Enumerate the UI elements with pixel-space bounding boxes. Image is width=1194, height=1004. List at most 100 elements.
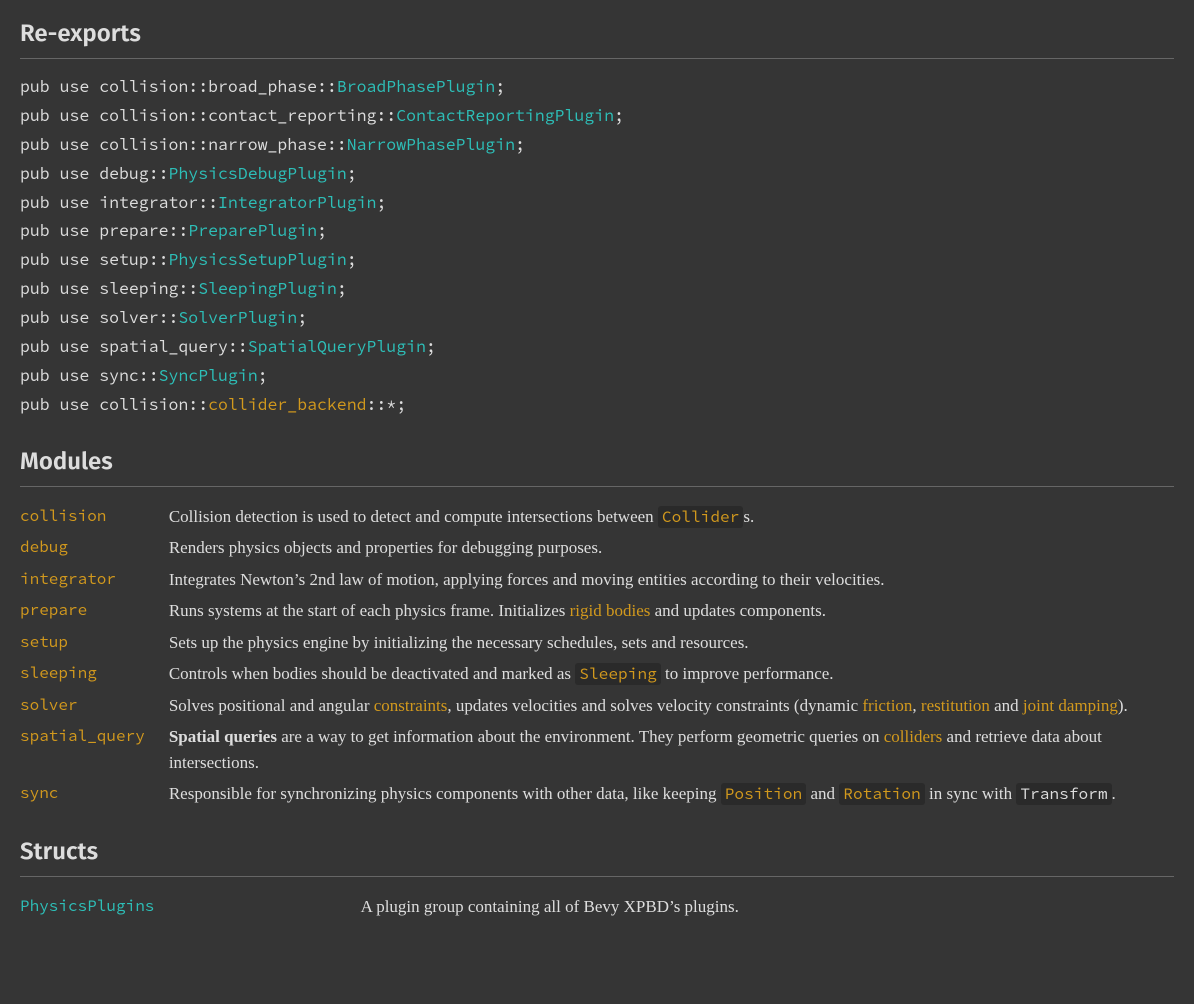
desc-link[interactable]: restitution: [921, 696, 990, 715]
reexport-prefix: pub use prepare::: [20, 220, 188, 241]
desc-bold: Spatial queries: [169, 727, 277, 746]
item-name-cell: PhysicsPlugins: [20, 891, 361, 923]
desc-code[interactable]: Position: [721, 783, 806, 805]
desc-code[interactable]: Sleeping: [575, 663, 660, 685]
item-name-cell: debug: [20, 532, 169, 564]
reexport-prefix: pub use collision::: [20, 394, 208, 415]
struct-link[interactable]: BroadPhasePlugin: [337, 76, 495, 97]
desc-text: Renders physics objects and properties f…: [169, 538, 602, 557]
item-desc-cell: Responsible for synchronizing physics co…: [169, 778, 1174, 810]
module-link[interactable]: prepare: [20, 600, 87, 620]
reexport-prefix: pub use integrator::: [20, 192, 218, 213]
struct-link[interactable]: PreparePlugin: [188, 220, 317, 241]
struct-link[interactable]: SolverPlugin: [178, 307, 297, 328]
reexport-prefix: pub use collision::narrow_phase::: [20, 134, 347, 155]
reexport-prefix: pub use spatial_query::: [20, 336, 248, 357]
item-desc-cell: A plugin group containing all of Bevy XP…: [361, 891, 1174, 923]
reexport-line: pub use integrator::IntegratorPlugin;: [20, 189, 1174, 218]
desc-text: Runs systems at the start of each physic…: [169, 601, 570, 620]
reexports-block: pub use collision::broad_phase::BroadPha…: [20, 73, 1174, 420]
reexport-line: pub use collision::narrow_phase::NarrowP…: [20, 131, 1174, 160]
desc-text: and: [990, 696, 1023, 715]
desc-link[interactable]: colliders: [884, 727, 943, 746]
item-name-cell: prepare: [20, 595, 169, 627]
desc-text: Controls when bodies should be deactivat…: [169, 664, 575, 683]
struct-link[interactable]: SyncPlugin: [159, 365, 258, 386]
table-row: PhysicsPlugins A plugin group containing …: [20, 891, 1174, 923]
item-name-cell: integrator: [20, 564, 169, 596]
struct-link[interactable]: SleepingPlugin: [198, 278, 337, 299]
desc-text: to improve performance.: [661, 664, 834, 683]
structs-header[interactable]: Structs: [20, 834, 1174, 877]
item-desc-cell: Solves positional and angular constraint…: [169, 690, 1174, 722]
reexport-suffix: ;: [376, 192, 386, 213]
struct-link[interactable]: PhysicsPlugins: [20, 896, 154, 916]
desc-text: A plugin group containing all of Bevy XP…: [361, 897, 739, 916]
desc-link[interactable]: rigid bodies: [570, 601, 651, 620]
desc-text: , updates velocities and solves velocity…: [447, 696, 862, 715]
desc-link[interactable]: joint damping: [1023, 696, 1118, 715]
module-link[interactable]: spatial_query: [20, 726, 145, 746]
table-row: prepare Runs systems at the start of each…: [20, 595, 1174, 627]
reexport-suffix: ;: [337, 278, 347, 299]
reexport-suffix: ;: [258, 365, 268, 386]
reexport-suffix: ;: [317, 220, 327, 241]
struct-link[interactable]: PhysicsDebugPlugin: [169, 163, 347, 184]
module-link[interactable]: integrator: [20, 569, 116, 589]
reexport-line: pub use sleeping::SleepingPlugin;: [20, 275, 1174, 304]
reexport-suffix: ;: [347, 249, 357, 270]
desc-code[interactable]: Transform: [1016, 783, 1111, 805]
desc-text: and: [806, 784, 839, 803]
modules-table: collision Collision detection is used to …: [20, 501, 1174, 810]
desc-code[interactable]: Rotation: [839, 783, 924, 805]
table-row: sleeping Controls when bodies should be d…: [20, 658, 1174, 690]
module-link[interactable]: debug: [20, 537, 68, 557]
desc-link[interactable]: constraints: [374, 696, 448, 715]
desc-text: Sets up the physics engine by initializi…: [169, 633, 749, 652]
reexports-header[interactable]: Re-exports: [20, 16, 1174, 59]
item-name-cell: sync: [20, 778, 169, 810]
item-desc-cell: Sets up the physics engine by initializi…: [169, 627, 1174, 659]
reexport-line: pub use collision::contact_reporting::Co…: [20, 102, 1174, 131]
reexport-suffix: ;: [426, 336, 436, 357]
reexport-line: pub use debug::PhysicsDebugPlugin;: [20, 160, 1174, 189]
item-desc-cell: Controls when bodies should be deactivat…: [169, 658, 1174, 690]
reexport-prefix: pub use collision::broad_phase::: [20, 76, 337, 97]
reexport-line: pub use sync::SyncPlugin;: [20, 362, 1174, 391]
reexport-line: pub use collision::collider_backend::*;: [20, 391, 1174, 420]
struct-link[interactable]: NarrowPhasePlugin: [347, 134, 515, 155]
desc-text: Responsible for synchronizing physics co…: [169, 784, 721, 803]
item-desc-cell: Runs systems at the start of each physic…: [169, 595, 1174, 627]
item-desc-cell: Integrates Newton’s 2nd law of motion, a…: [169, 564, 1174, 596]
module-link[interactable]: solver: [20, 695, 78, 715]
reexport-prefix: pub use setup::: [20, 249, 169, 270]
table-row: collision Collision detection is used to …: [20, 501, 1174, 533]
item-desc-cell: Spatial queries are a way to get informa…: [169, 721, 1174, 778]
structs-table: PhysicsPlugins A plugin group containing …: [20, 891, 1174, 923]
reexport-line: pub use prepare::PreparePlugin;: [20, 217, 1174, 246]
item-name-cell: setup: [20, 627, 169, 659]
reexport-suffix: ;: [495, 76, 505, 97]
modules-header[interactable]: Modules: [20, 444, 1174, 487]
item-desc-cell: Collision detection is used to detect an…: [169, 501, 1174, 533]
module-link[interactable]: setup: [20, 632, 68, 652]
module-link[interactable]: sleeping: [20, 663, 97, 683]
desc-link[interactable]: friction: [862, 696, 912, 715]
desc-text: Solves positional and angular: [169, 696, 374, 715]
module-link[interactable]: collision: [20, 506, 106, 526]
item-desc-cell: Renders physics objects and properties f…: [169, 532, 1174, 564]
item-name-cell: solver: [20, 690, 169, 722]
module-link[interactable]: sync: [20, 783, 58, 803]
item-name-cell: sleeping: [20, 658, 169, 690]
reexport-suffix: ;: [614, 105, 624, 126]
reexport-line: pub use collision::broad_phase::BroadPha…: [20, 73, 1174, 102]
module-link[interactable]: collider_backend: [208, 394, 366, 415]
desc-code[interactable]: Collider: [658, 506, 743, 528]
desc-text: Collision detection is used to detect an…: [169, 507, 658, 526]
table-row: debug Renders physics objects and propert…: [20, 532, 1174, 564]
reexport-prefix: pub use collision::contact_reporting::: [20, 105, 396, 126]
struct-link[interactable]: ContactReportingPlugin: [396, 105, 614, 126]
struct-link[interactable]: SpatialQueryPlugin: [248, 336, 426, 357]
struct-link[interactable]: PhysicsSetupPlugin: [169, 249, 347, 270]
struct-link[interactable]: IntegratorPlugin: [218, 192, 376, 213]
